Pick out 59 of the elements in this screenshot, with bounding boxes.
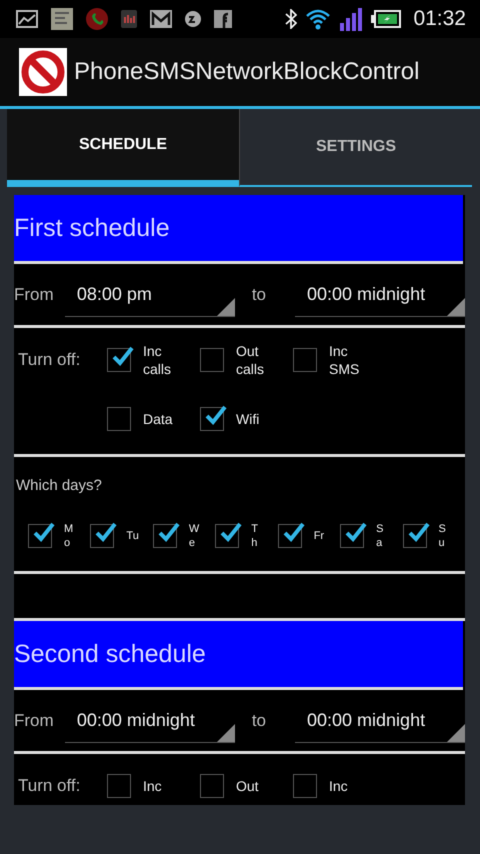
option-label: Inc [329, 776, 349, 794]
to-label: to [252, 284, 266, 304]
checkbox[interactable] [28, 524, 52, 548]
time-spinner[interactable]: 08:00 pm [64, 272, 235, 316]
from-label: From [14, 710, 55, 730]
checkbox[interactable] [107, 406, 131, 430]
schedule-header: First schedule [14, 195, 463, 264]
to-label: to [252, 710, 266, 730]
signal-icon [339, 7, 364, 31]
option-label: Out [236, 776, 260, 794]
checkbox[interactable] [340, 524, 364, 548]
block-sign-icon [19, 48, 67, 96]
option-label: Out calls [236, 342, 266, 378]
checkbox[interactable] [107, 774, 131, 798]
option-label: Inc SMS [329, 342, 360, 378]
clock-time: 01:32 [413, 7, 466, 31]
checkbox[interactable] [152, 524, 177, 548]
checkbox[interactable] [200, 406, 224, 430]
time-spinner[interactable]: 00:00 midnight [64, 698, 235, 742]
checkbox[interactable] [200, 348, 224, 372]
mail-icon [150, 10, 172, 28]
social-icon [214, 10, 232, 28]
turn-off-label: Turn off: [17, 350, 82, 370]
schedule-header: Second schedule [14, 621, 463, 690]
day-label: M o [64, 522, 74, 550]
checkbox[interactable] [293, 774, 317, 798]
app-title: PhoneSMSNetworkBlockControl [74, 58, 420, 86]
checkbox[interactable] [293, 348, 317, 372]
option-label: Data [143, 410, 174, 428]
option-label: Wifi [236, 410, 260, 428]
checkbox[interactable] [200, 774, 224, 798]
from-label: From [14, 284, 55, 304]
time-spinner[interactable]: 00:00 midnight [295, 698, 465, 742]
picture-icon [16, 10, 38, 28]
day-label: T h [251, 522, 258, 550]
day-label: S a [376, 522, 384, 550]
bluetooth-icon [285, 9, 298, 29]
circle-icon [185, 11, 201, 27]
checkbox[interactable] [90, 524, 114, 548]
checkbox[interactable] [215, 524, 240, 548]
app-icon [51, 8, 73, 30]
battery-icon [371, 10, 402, 28]
option-label: Inc calls [143, 342, 172, 378]
tab[interactable]: SCHEDULE [7, 109, 239, 187]
checkbox[interactable] [107, 348, 131, 372]
option-label: Inc [143, 776, 163, 794]
checkbox[interactable] [278, 524, 302, 548]
day-label: S u [438, 522, 446, 550]
day-label: Fr [314, 529, 324, 543]
wifi-icon [305, 8, 332, 30]
checkbox[interactable] [402, 524, 427, 548]
time-spinner[interactable]: 00:00 midnight [295, 272, 465, 316]
day-label: W e [188, 522, 200, 550]
tab[interactable]: SETTINGS [239, 109, 472, 187]
day-label: Tu [126, 529, 139, 543]
days-label: Which days? [15, 476, 103, 494]
equalizer-icon [121, 10, 137, 28]
phone-icon [86, 8, 108, 30]
turn-off-label: Turn off: [17, 776, 82, 796]
